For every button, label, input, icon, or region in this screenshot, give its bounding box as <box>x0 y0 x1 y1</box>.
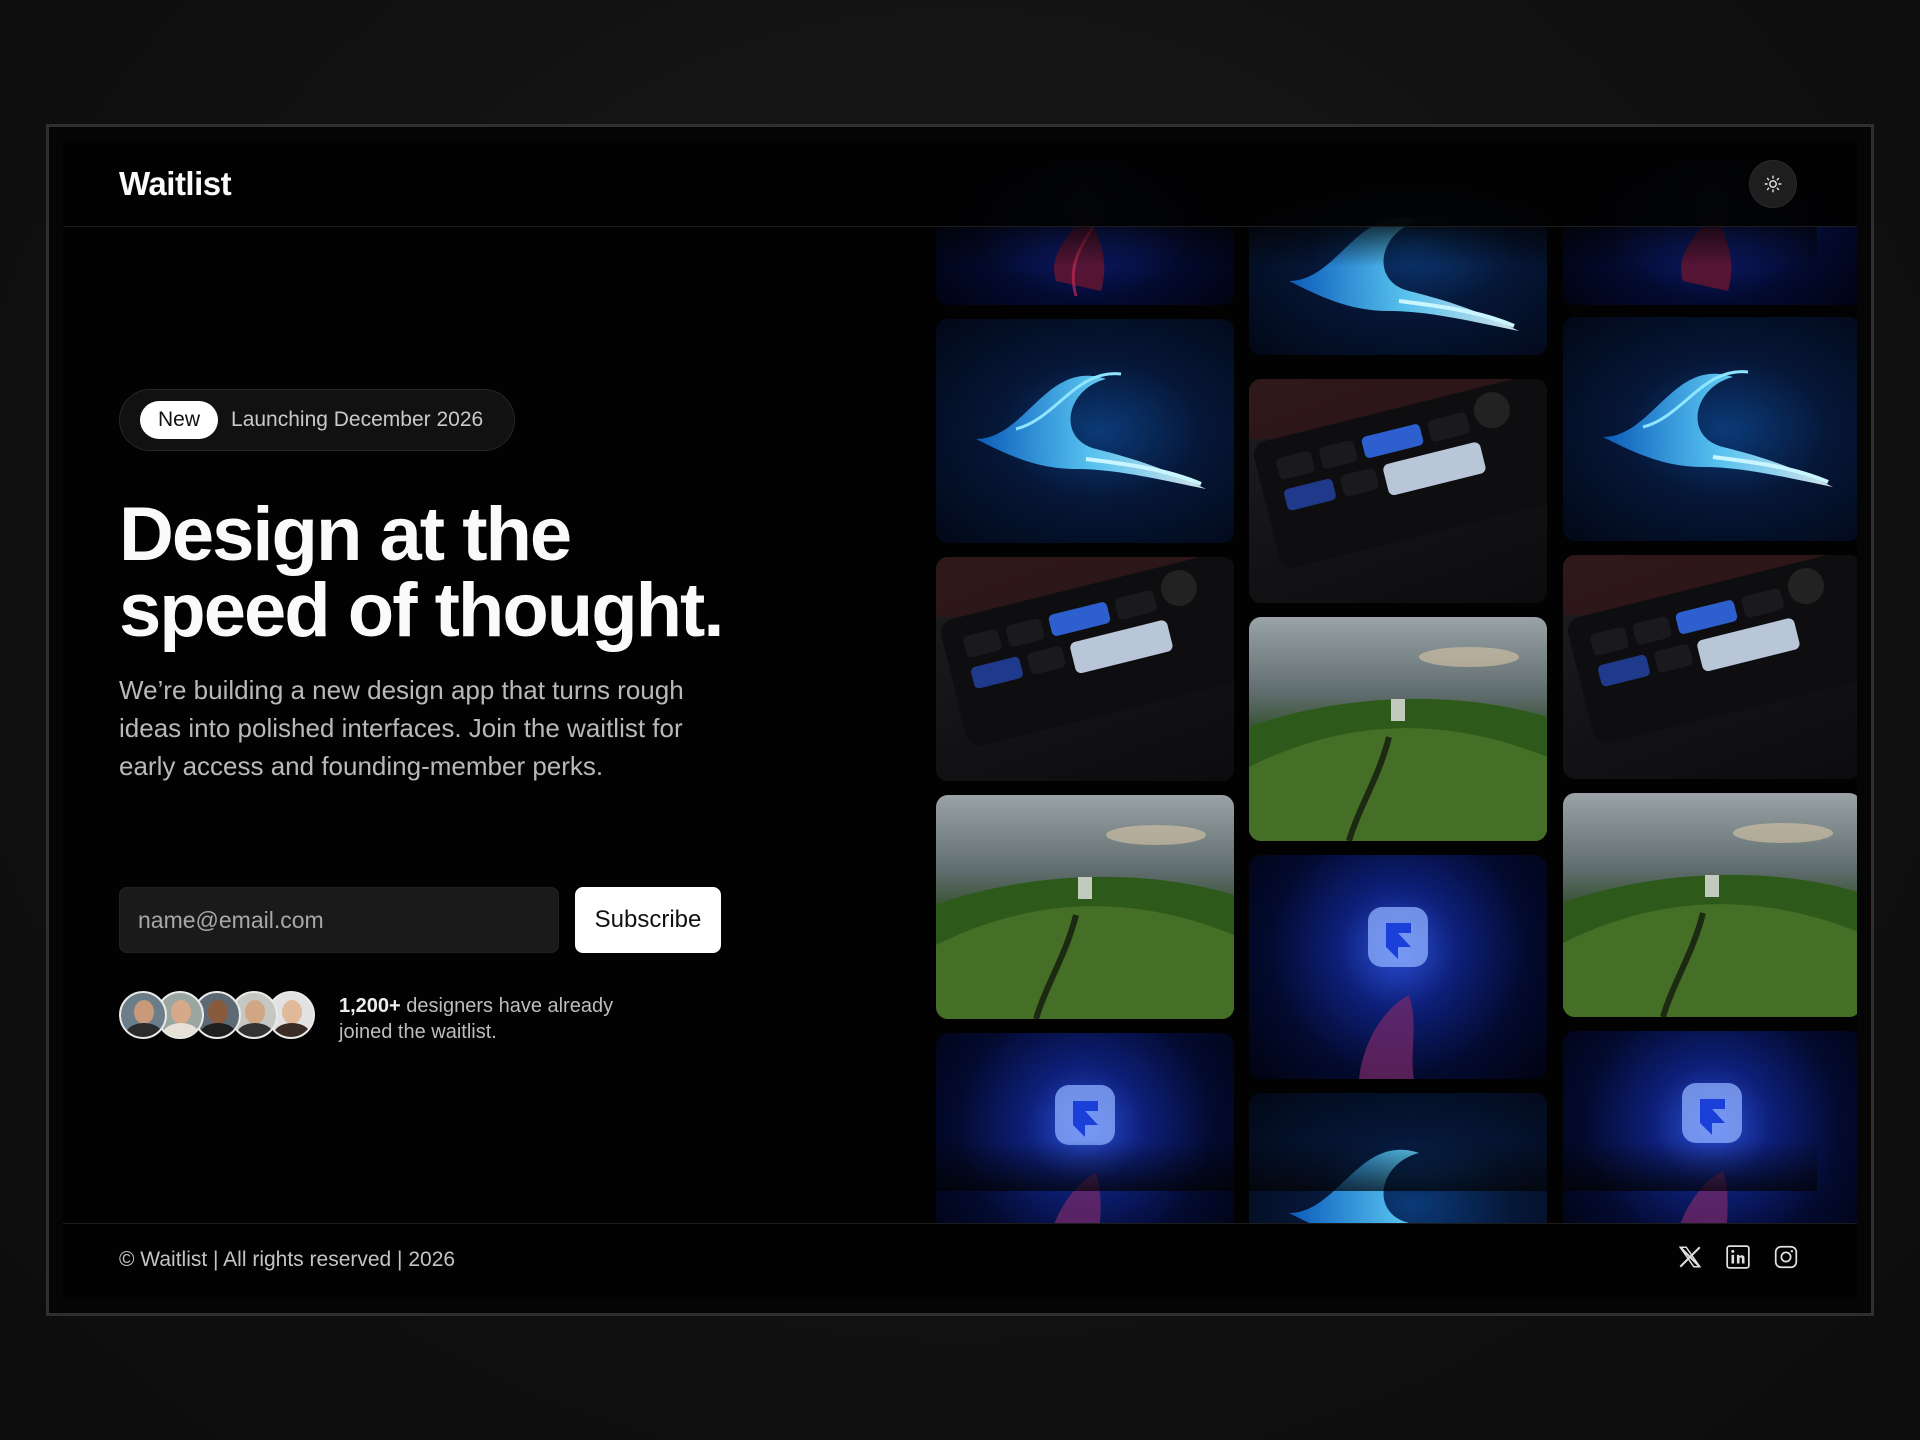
gallery-tile-glow <box>1249 855 1547 1079</box>
gallery-fade <box>877 1141 1817 1191</box>
gallery-tile-wave <box>936 319 1234 543</box>
subscribe-button[interactable]: Subscribe <box>575 887 721 953</box>
device-frame: Waitlist New Launching December 2026 Des… <box>46 124 1874 1316</box>
headline-line-1: Design at the <box>119 492 572 577</box>
gallery-tile-keyboard <box>1563 555 1857 779</box>
gallery-tile-hill <box>1249 617 1547 841</box>
sun-icon <box>1764 175 1782 193</box>
site-header: Waitlist <box>63 141 1857 227</box>
glow-icon-image <box>1359 907 1428 1079</box>
gallery-tile-keyboard <box>936 557 1234 781</box>
wave-image <box>1603 370 1833 487</box>
gallery-tile-hill <box>1563 793 1857 1017</box>
hill-landscape-image <box>1563 823 1857 1017</box>
copyright-text: © Waitlist | All rights reserved | 2026 <box>119 1248 456 1271</box>
avatar-stack <box>119 991 319 1039</box>
linkedin-icon[interactable] <box>1725 1244 1751 1270</box>
gallery-tile-keyboard <box>1249 379 1547 603</box>
designer-count: 1,200+ <box>339 995 401 1017</box>
hill-landscape-image <box>936 825 1234 1019</box>
new-pill: New <box>140 401 219 439</box>
gallery-tile-hill <box>936 795 1234 1019</box>
keyboard-image <box>1563 555 1857 744</box>
image-gallery <box>877 141 1857 1299</box>
gallery-fade <box>877 227 1817 267</box>
headline-line-2: speed of thought. <box>119 568 724 653</box>
hero-subtitle: We’re building a new design app that tur… <box>119 675 684 781</box>
keyboard-image <box>936 557 1234 746</box>
email-input[interactable] <box>119 887 559 953</box>
gallery-tile-wave <box>1563 317 1857 541</box>
site-footer: © Waitlist | All rights reserved | 2026 <box>63 1223 1857 1299</box>
instagram-icon[interactable] <box>1773 1244 1799 1270</box>
brand-logo[interactable]: Waitlist <box>119 165 232 203</box>
keyboard-image <box>1249 379 1547 568</box>
avatar <box>119 991 167 1039</box>
theme-toggle-button[interactable] <box>1749 160 1797 208</box>
x-icon[interactable] <box>1677 1244 1703 1270</box>
wave-image <box>976 372 1206 489</box>
social-proof-text: 1,200+ designers have already joined the… <box>339 993 659 1045</box>
launch-badge: New Launching December 2026 <box>119 389 515 451</box>
hill-landscape-image <box>1249 647 1547 841</box>
launch-date-text: Launching December 2026 <box>231 408 484 431</box>
hero-headline: Design at the speed of thought. <box>119 497 759 649</box>
social-links <box>1677 1244 1799 1270</box>
page-screen: Waitlist New Launching December 2026 Des… <box>63 141 1857 1299</box>
